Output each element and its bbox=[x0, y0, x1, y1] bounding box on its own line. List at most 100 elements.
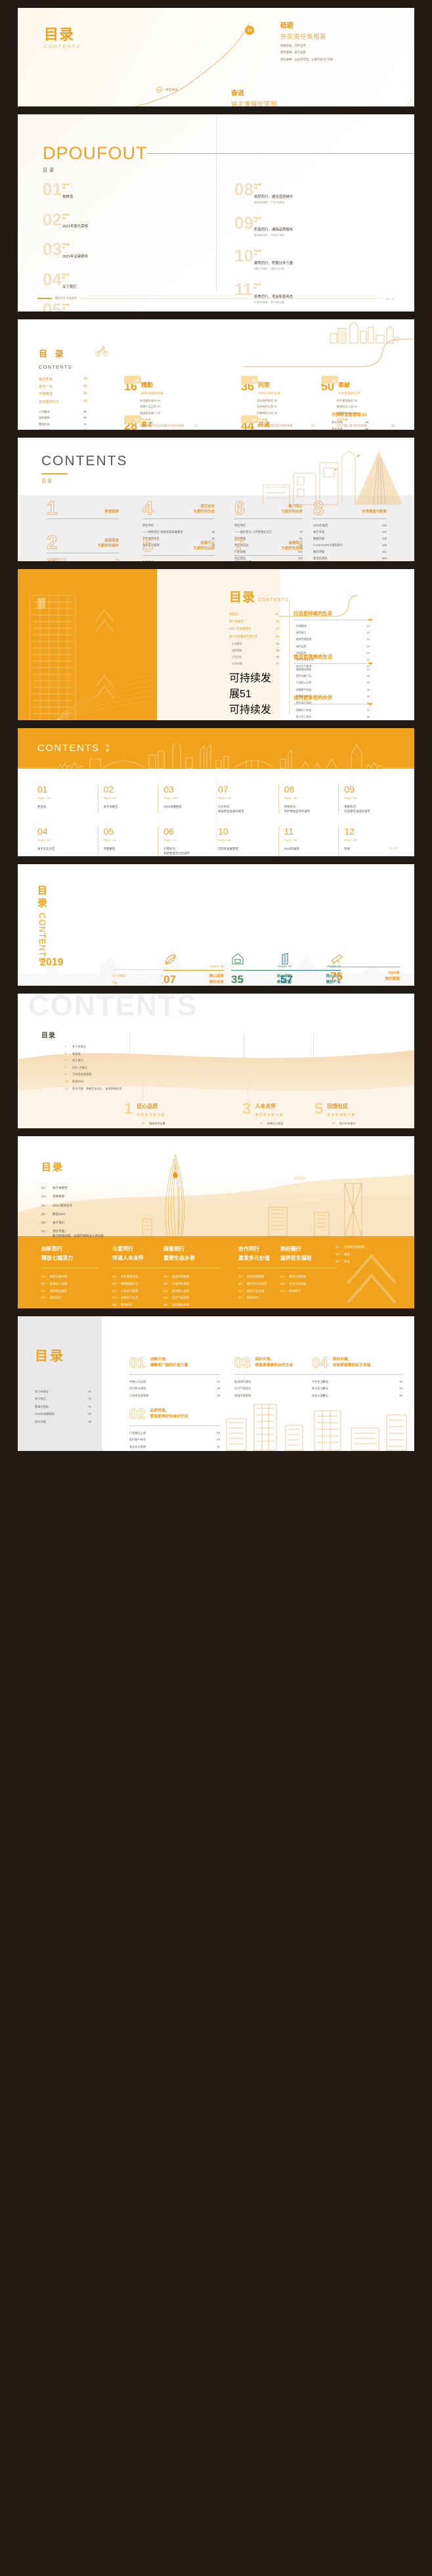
list-item[interactable]: 保障产品品质 22 bbox=[140, 405, 198, 409]
list-item[interactable]: 45 /拉高绿色风尚 bbox=[163, 1303, 220, 1307]
list-item[interactable]: 43 /促进融入运营 bbox=[163, 1289, 220, 1293]
section-block[interactable]: 04 美好共建， 创享更普惠的民生幸福 守护员工权益 48 助力员工成长 52 投身公益… bbox=[311, 1355, 402, 1401]
list-item[interactable]: 责任治理 58 bbox=[332, 427, 368, 430]
list-item[interactable]: 2022年关键绩效 06 bbox=[35, 1412, 91, 1416]
toc-template-8[interactable]: CONTENTS 目录 3 关于本报告 5 卷首语 7 关于我们 9 2021 大事记 … bbox=[18, 994, 414, 1128]
chapter-block[interactable]: 752020年美好展望 附录1：政策、法规及报告对照76 附录2：数据列表76 … bbox=[330, 954, 400, 986]
list-item[interactable]: 能源资源管理 20 bbox=[293, 637, 372, 641]
section-block[interactable]: 3专题聚焦—— 为更好的北京 bbox=[46, 558, 119, 561]
list-item[interactable]: 08 /数说2021 bbox=[41, 1212, 104, 1217]
list-item[interactable]: 08 PAGE 23 筑梦而行，建设宜居城市 高效绿色建造 ｜ 产权产品质量 bbox=[234, 181, 399, 204]
list-item[interactable]: 坚守商业道德 16 bbox=[129, 1387, 220, 1391]
list-item[interactable]: 企业文化 06 bbox=[229, 655, 279, 659]
list-item[interactable]: 61 /可持续发展管理 bbox=[335, 1245, 393, 1249]
toc-template-2[interactable]: DPOUFOUT 目录 01 PAGE 03 卷首语 02 PAGE 05 2021年度光荣… bbox=[18, 114, 414, 311]
list-item[interactable]: 投身公益事业 56 bbox=[312, 1394, 402, 1398]
list-item[interactable]: 09 PAGE 27 积善而行，编辑品质服务 健全服务体系 ｜ 守护客户满意 bbox=[234, 214, 399, 237]
list-item[interactable]: 提升创新产品 28 bbox=[293, 674, 372, 678]
section-block[interactable]: 1 致管致辞 bbox=[46, 499, 119, 519]
list-item[interactable]: 5 卷首语 bbox=[65, 1052, 128, 1056]
list-item[interactable]: 05PAGE10企业荣誉 bbox=[43, 301, 207, 311]
list-item[interactable]: 保障客户权益 30 bbox=[293, 688, 372, 692]
list-item[interactable]: 53 /绩效统计 bbox=[238, 1296, 295, 1300]
list-item[interactable]: 6 可持续发展管理 bbox=[65, 1072, 128, 1076]
list-item[interactable]: 提升客户体验 28 bbox=[129, 1438, 220, 1442]
list-item[interactable]: 助力员工成长 39 bbox=[293, 715, 372, 719]
toc-cell[interactable]: 07 Page / 33 兴企有为 铸就更高品质的城市 bbox=[218, 785, 278, 814]
toc-cell[interactable]: 01 Page / 05 卷首语 bbox=[37, 785, 98, 814]
list-item[interactable]: 29 /共享健康权益 bbox=[112, 1275, 169, 1279]
list-item[interactable]: 9 2021 大事记 bbox=[65, 1066, 128, 1070]
band-column[interactable]: 美好融行 滋养民生福祉 56 /践身公益慈善 56 /共享社区发展 60 /绩效… bbox=[280, 1245, 337, 1296]
toc-cell[interactable]: 06 Page / 21 行稳有为 构筑更具活力的城市 bbox=[158, 827, 218, 856]
list-item[interactable]: 45 /应对气候变化 bbox=[163, 1296, 220, 1300]
list-item[interactable]: 04 PAGE 09 关于我们 bbox=[43, 271, 207, 290]
list-item[interactable]: 关于本报告 01 bbox=[112, 974, 163, 978]
list-item[interactable]: 61 助力乡村振兴 bbox=[332, 1122, 385, 1126]
list-item[interactable]: 10 PAGE 31 聚势而行，积蓄伙伴力量 高集人才梯队 ｜ 推进行业创新 bbox=[234, 247, 399, 270]
list-item[interactable]: ——绿色责任·探索低碳发展路径 19 bbox=[142, 530, 215, 534]
list-item[interactable]: 05 /2021 绩效亮点 bbox=[41, 1204, 104, 1208]
list-item[interactable]: 深化绿色建造 38 bbox=[257, 399, 314, 403]
toc-template-9[interactable]: 目录 02 /关于本报告 04 /领导致辞 05 /2021 绩效亮点 08 /… bbox=[18, 1136, 414, 1308]
list-item[interactable]: 组织架构 06 bbox=[229, 649, 279, 653]
list-item[interactable]: 09 /关于我们 bbox=[41, 1221, 104, 1226]
chapter-block[interactable]: 02 28育才释放员工新活力 保障员工权益 30 推动职业发展 32 暖心呵护员… bbox=[124, 415, 198, 430]
list-item[interactable]: 12 /责任专题： 聚力科技创新，为城市焕新注入新动能 bbox=[41, 1230, 104, 1239]
list-item[interactable]: 坚持绿色运营 41 bbox=[257, 405, 314, 409]
list-item[interactable]: 20 /描摹匠心品质 bbox=[41, 1282, 98, 1286]
list-item[interactable]: 走进置地华东 08 bbox=[39, 400, 114, 404]
toc-cell[interactable]: 11 Page / 66 2023年展望 bbox=[278, 827, 339, 856]
list-item[interactable]: 筑造美好城市 18 bbox=[140, 399, 198, 403]
section-block[interactable]: 02 品质筑造， 营造更美好的城市空间 打造精品工程 24 提升客户体验 28 强化安全… bbox=[129, 1406, 220, 1451]
list-item[interactable]: 41 保障员工权益 bbox=[260, 1122, 320, 1126]
toc-cell[interactable]: 02 Page / 07 关于本报告 bbox=[97, 785, 158, 814]
list-item[interactable]: 打造精品工程 24 bbox=[129, 1431, 220, 1435]
list-item[interactable]: 产业布局11 bbox=[39, 428, 114, 430]
toc-cell[interactable]: 03 Page / 09 2022关键绩效 bbox=[158, 785, 218, 814]
list-item[interactable]: 56 /共享社区发展 bbox=[280, 1282, 337, 1286]
list-item[interactable]: 绿色施工 19 bbox=[293, 631, 372, 635]
list-item[interactable]: 关于华润置地华西大区 05 bbox=[229, 635, 279, 639]
list-item[interactable]: 绿色运营 20 bbox=[293, 645, 372, 649]
section-block[interactable]: 5拓展不止 为更好的品质 责任专栏 ——源远流长·质敬「新家」时代47 城市建设… bbox=[142, 536, 215, 561]
section-block[interactable]: 5回馈社区营造和谐新气象 61助力乡村振兴 61主持社区公益 63践行公益慈善 … bbox=[314, 1101, 385, 1128]
toc-template-5[interactable]: 目录 CONTENTS 卷首语 01 关于本报告 03 2022 年关键绩效 04 关… bbox=[18, 569, 414, 720]
list-item[interactable]: 关于我们 02 bbox=[35, 1397, 91, 1401]
list-item[interactable]: 22 /提供精益服务 bbox=[41, 1289, 98, 1293]
list-item[interactable]: 报告评级 151 bbox=[313, 550, 387, 554]
list-item[interactable]: 保障员工权益 37 bbox=[293, 708, 372, 712]
toc-template-10[interactable]: 目录 关于本报告 01 关于我们 02 董事长致辞 04 2022年关键绩效 06 责任… bbox=[18, 1316, 414, 1451]
list-item[interactable]: 13 数说2021 bbox=[65, 1080, 128, 1084]
list-item[interactable]: 目录 02 bbox=[112, 981, 163, 985]
list-item[interactable]: 可持续发展愿景51 bbox=[229, 701, 279, 720]
section-block[interactable]: 1匠心品质构筑生活新温度 20城改技术支撑 22打造精品工程 25提升物业环境 … bbox=[124, 1101, 202, 1128]
section-block[interactable]: 8 未来展望与附录 2023年展望 135 报告导读 137 数据列表 139 CASS… bbox=[313, 499, 387, 561]
list-item[interactable]: 66 /展望 bbox=[335, 1253, 393, 1256]
list-item[interactable]: 报告导读 04 bbox=[39, 377, 114, 382]
band-column-appendix[interactable]: 61 /可持续发展管理 66 /展望 67 /附录 bbox=[335, 1245, 393, 1266]
list-item[interactable]: 56 /践身公益慈善 bbox=[280, 1275, 337, 1279]
list-item[interactable]: 董事长致辞 04 bbox=[35, 1405, 91, 1409]
list-item[interactable]: 数据列表 139 bbox=[313, 537, 387, 541]
list-item[interactable]: 01 PAGE 03 卷首语 bbox=[43, 181, 207, 200]
list-item[interactable]: 04 /领导致辞 bbox=[41, 1195, 104, 1199]
list-item[interactable]: 38 /加强环境管理 bbox=[163, 1275, 220, 1279]
list-item[interactable]: 强化安全管理 31 bbox=[129, 1445, 220, 1449]
toc-cell[interactable]: 09 Page / 53 奉献有为 打造更有温度的城市 bbox=[338, 785, 399, 814]
list-item[interactable]: 7 关于我们 bbox=[65, 1059, 128, 1063]
list-item[interactable]: 卷首语 01 bbox=[229, 612, 279, 616]
toc-template-1[interactable]: 目录 CONTENTS 02 绿色导读 04 关键绩效 砥砺 夯实责任筑根基 绿… bbox=[18, 8, 414, 106]
toc-cell[interactable]: 12 Page / 67 附录 bbox=[338, 827, 399, 856]
list-item[interactable]: 34 /关爱员工生活 bbox=[112, 1296, 169, 1300]
toc-cell[interactable]: 04 Page / 11 关于东北大区 bbox=[37, 827, 98, 856]
list-item[interactable]: 完善公司治理 14 bbox=[129, 1380, 220, 1384]
list-item[interactable]: 关于本报告 01 bbox=[35, 1390, 91, 1394]
list-item[interactable]: 助力员工成长 52 bbox=[312, 1387, 402, 1391]
list-item[interactable]: 02 PAGE 05 2021年度光荣榜 bbox=[43, 211, 207, 231]
list-item[interactable]: 置地文化 10 bbox=[39, 423, 114, 426]
chapter-block[interactable]: 04 44并进竞合共赢新价值 强化战略合作 46 探索责任采购 46 引领行业发… bbox=[241, 415, 314, 430]
list-item[interactable]: 15 责任专题：勇攀百年初心，奋进崭新征程 bbox=[65, 1087, 128, 1091]
list-item[interactable]: 67 /附录 bbox=[335, 1260, 393, 1264]
list-item[interactable]: 25 /绩效统计 bbox=[41, 1296, 98, 1300]
